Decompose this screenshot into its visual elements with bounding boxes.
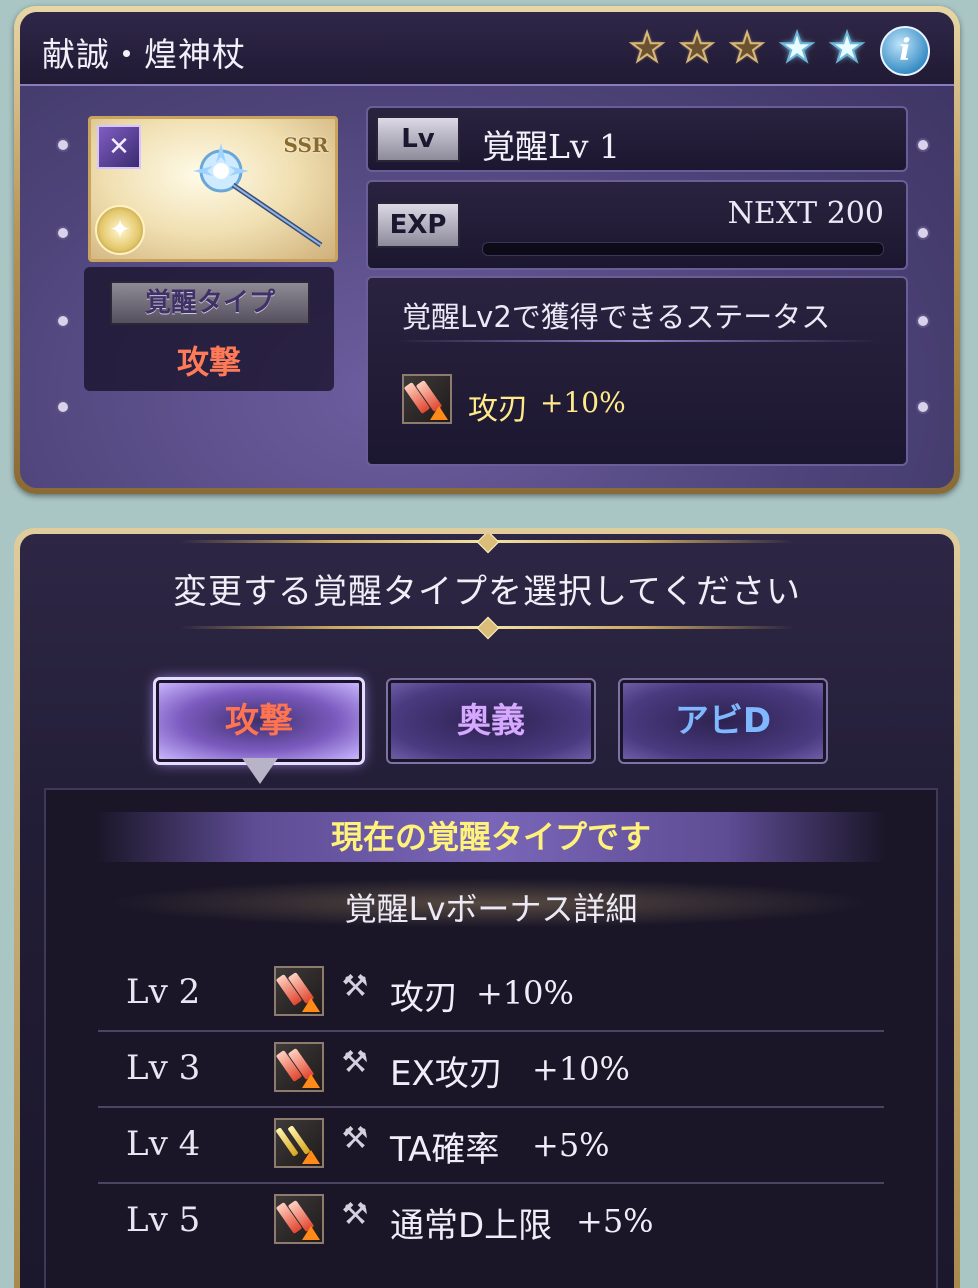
triple-attack-icon [274,1118,324,1168]
info-icon[interactable]: i [880,26,930,76]
awakening-level-text: 覚醒Lv 1 [482,127,621,166]
bonus-row-value: +10% [532,1050,630,1088]
attack-blade-icon [274,966,324,1016]
attack-blade-icon [274,1042,324,1092]
current-type-banner: 現在の覚醒タイプです [96,812,886,862]
bonus-row-value: +5% [532,1126,610,1164]
awakening-type-panel: 覚醒タイプ 攻撃 [84,267,334,391]
light-element-icon: ✦ [95,205,145,255]
staff-illustration [193,143,323,248]
rivet [916,138,930,152]
bonus-row-value: +10% [476,974,574,1012]
bonus-row-level: Lv 3 [126,1048,201,1088]
bonus-row-name: 攻刃 [390,978,458,1018]
rivet [916,226,930,240]
awakening-level-box: Lv 覚醒Lv 1 [366,106,908,172]
attack-blade-icon [274,1194,324,1244]
type-attack-button[interactable]: 攻撃 [153,677,365,765]
awakening-type-label: 覚醒タイプ [110,281,310,325]
weapon-card: 献誠・煌神杖 ★ ★ ★ ★ ★ i ✕ SSR ✦ 覚醒タイプ 攻撃 Lv 覚… [14,6,960,494]
rivet [56,138,70,152]
type-ougi-button[interactable]: 奥義 [386,678,596,764]
awakening-select-panel: 変更する覚醒タイプを選択してください 攻撃 奥義 アビD 現在の覚醒タイプです … [14,528,960,1288]
awakening-select-body: 変更する覚醒タイプを選択してください 攻撃 奥義 アビD 現在の覚醒タイプです … [20,534,954,1288]
ornament [476,534,500,554]
panel-title: 変更する覚醒タイプを選択してください [173,572,801,612]
bonus-detail-panel: 現在の覚醒タイプです 覚醒Lvボーナス詳細 Lv 2 ⚒ 攻刃 +10% Lv … [44,788,938,1288]
exp-progress-bar [482,242,884,256]
exp-tag: EXP [376,202,460,248]
rivet [916,314,930,328]
next-status-name: 攻刃 [468,392,528,427]
blue-star-icon: ★ [778,25,816,71]
hammer-icon: ⚒ [341,1121,369,1156]
uncap-stars: ★ ★ ★ ★ ★ [624,25,870,71]
weapon-card-body: 献誠・煌神杖 ★ ★ ★ ★ ★ i ✕ SSR ✦ 覚醒タイプ 攻撃 Lv 覚… [20,12,954,488]
hammer-icon: ⚒ [341,1197,369,1232]
rivet [56,400,70,414]
star-icon: ★ [628,25,666,71]
exp-box: EXP NEXT 200 [366,180,908,270]
star-icon: ★ [678,25,716,71]
bonus-title: 覚醒Lvボーナス詳細 [344,890,638,928]
selected-pointer-icon [242,758,278,784]
bonus-row-name: 通常D上限 [390,1206,553,1246]
divider [396,340,878,342]
bonus-row: Lv 3 ⚒ EX攻刃 +10% [98,1032,884,1108]
next-status-title: 覚醒Lv2で獲得できるステータス [402,300,831,334]
bonus-row-level: Lv 5 [126,1200,201,1240]
ornament [476,616,500,640]
type-ability-damage-button[interactable]: アビD [618,678,828,764]
bonus-row-name: EX攻刃 [390,1054,503,1094]
bonus-row-level: Lv 2 [126,972,201,1012]
hammer-icon: ⚒ [341,969,369,1004]
next-status-box: 覚醒Lv2で獲得できるステータス 攻刃 +10% [366,276,908,466]
weapon-name: 献誠・煌神杖 [42,35,246,74]
bonus-row: Lv 2 ⚒ 攻刃 +10% [98,956,884,1032]
next-exp-text: NEXT 200 [727,196,884,231]
bonus-row-level: Lv 4 [126,1124,201,1164]
next-status-value: +10% [540,386,626,419]
bonus-row-name: TA確率 [390,1130,500,1170]
weapon-image[interactable]: ✕ SSR ✦ [88,116,338,262]
lv-tag: Lv [376,116,460,162]
rivet [916,400,930,414]
star-icon: ★ [728,25,766,71]
bonus-row: Lv 5 ⚒ 通常D上限 +5% [98,1184,884,1258]
awakening-type-value: 攻撃 [176,343,241,381]
weapon-title-bar: 献誠・煌神杖 ★ ★ ★ ★ ★ i [20,12,954,86]
rivet [56,314,70,328]
bonus-row-value: +5% [576,1202,654,1240]
hammer-icon: ⚒ [341,1045,369,1080]
attack-blade-icon [402,374,452,424]
bonus-row: Lv 4 ⚒ TA確率 +5% [98,1108,884,1184]
rivet [56,226,70,240]
staff-type-icon: ✕ [97,125,141,169]
blue-star-icon: ★ [828,25,866,71]
